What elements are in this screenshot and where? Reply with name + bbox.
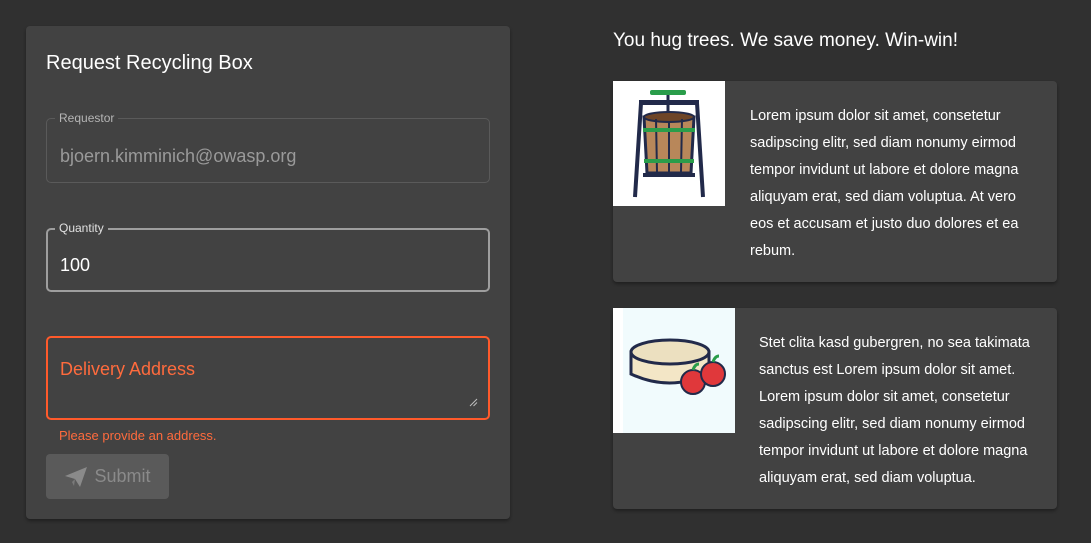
delivery-address-placeholder: Delivery Address (60, 359, 196, 379)
form-title: Request Recycling Box (46, 52, 253, 74)
info-card-text: Stet clita kasd gubergren, no sea takima… (759, 335, 1030, 486)
quantity-field[interactable]: Quantity 100 (46, 221, 490, 292)
info-card-text: Lorem ipsum dolor sit amet, consetetur s… (750, 108, 1019, 259)
requestor-label: Requestor (55, 111, 119, 125)
fruit-press-icon (633, 90, 705, 198)
info-card-apple-pomace: Stet clita kasd gubergren, no sea takima… (613, 308, 1057, 509)
send-icon (65, 466, 88, 487)
apple-pomace-icon (623, 308, 735, 433)
delivery-address-textarea[interactable]: Delivery Address (46, 336, 490, 420)
info-card-fruit-press: Lorem ipsum dolor sit amet, consetetur s… (613, 81, 1057, 282)
submit-label: Submit (94, 466, 151, 486)
quantity-label: Quantity (55, 221, 108, 235)
requestor-field: Requestor bjoern.kimminich@owasp.org (46, 111, 490, 183)
tagline: You hug trees. We save money. Win-win! (613, 30, 958, 51)
fruit-press-image (613, 81, 725, 206)
quantity-value[interactable]: 100 (60, 255, 90, 276)
apple-pomace-image (613, 308, 735, 433)
submit-button[interactable]: Submit (46, 454, 169, 499)
requestor-value: bjoern.kimminich@owasp.org (60, 146, 297, 166)
recycling-request-form: Request Recycling Box Requestor bjoern.k… (26, 26, 510, 519)
address-error-message: Please provide an address. (59, 428, 217, 443)
resize-handle-icon[interactable] (469, 398, 478, 407)
